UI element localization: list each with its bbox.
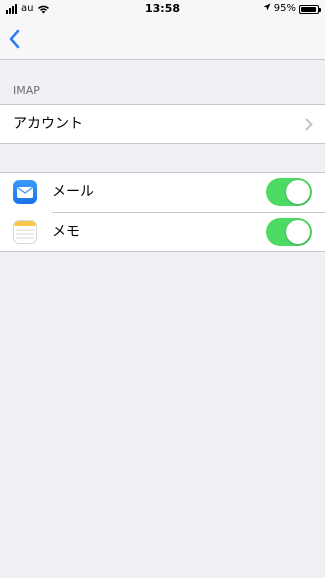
apps-group: メール メモ xyxy=(0,172,325,252)
status-bar: au 13:58 95% xyxy=(0,0,325,20)
toggle-knob xyxy=(286,220,310,244)
status-right: 95% xyxy=(263,3,321,15)
app-row-mail: メール xyxy=(0,173,325,213)
section-header-imap: IMAP xyxy=(13,84,40,97)
app-label-notes: メモ xyxy=(52,224,80,240)
chevron-left-icon xyxy=(9,29,20,49)
toggle-knob xyxy=(286,180,310,204)
account-label: アカウント xyxy=(13,116,83,132)
account-row[interactable]: アカウント xyxy=(0,104,325,144)
battery-percent: 95% xyxy=(273,3,296,14)
mail-toggle[interactable] xyxy=(266,178,312,206)
chevron-right-icon xyxy=(305,118,313,131)
location-arrow-icon xyxy=(263,3,271,15)
mail-icon xyxy=(13,180,37,204)
navigation-bar xyxy=(0,20,325,60)
app-label-mail: メール xyxy=(52,184,94,200)
back-button[interactable] xyxy=(6,27,24,51)
battery-cap xyxy=(319,7,321,12)
battery-fill xyxy=(301,6,316,12)
notes-toggle[interactable] xyxy=(266,218,312,246)
notes-icon xyxy=(13,220,37,244)
nav-title xyxy=(40,31,315,49)
app-row-notes: メモ xyxy=(0,213,325,252)
battery-icon xyxy=(299,4,321,14)
